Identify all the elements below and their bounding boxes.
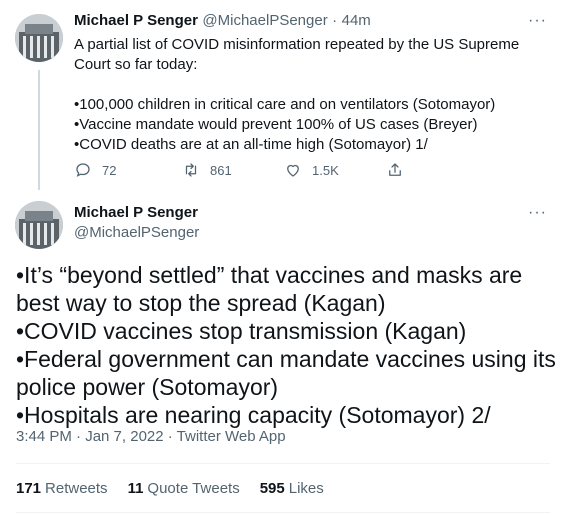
retweets-label: Retweets	[45, 480, 108, 497]
reply-icon	[76, 163, 90, 177]
quote-tweets-label: Quote Tweets	[147, 480, 240, 497]
building-photo	[15, 201, 63, 249]
likes-count: 595	[259, 480, 285, 497]
avatar[interactable]	[15, 201, 63, 249]
quote-tweets-stat[interactable]: 11 Quote Tweets	[128, 480, 240, 497]
likes-label: Likes	[288, 480, 324, 497]
more-options-icon[interactable]: ···	[528, 12, 547, 30]
author-handle[interactable]: @MichaelPSenger	[74, 224, 199, 241]
divider	[16, 512, 550, 513]
author-name[interactable]: Michael P Senger	[74, 204, 198, 221]
reply-count: 72	[102, 162, 117, 178]
thread-connector	[38, 70, 40, 190]
retweet-icon	[185, 163, 197, 177]
retweets-count: 171	[16, 480, 42, 497]
tweet1-header: Michael P Senger @MichaelPSenger · 44m	[74, 12, 371, 30]
like-icon	[287, 164, 299, 177]
building-photo	[15, 14, 63, 62]
like-button[interactable]: 1.5K	[284, 161, 382, 179]
retweet-button[interactable]: 861	[182, 161, 280, 179]
likes-stat[interactable]: 595 Likes	[260, 480, 324, 497]
tweet1-text: A partial list of COVID misinformation r…	[74, 36, 520, 153]
more-options-icon[interactable]: ···	[528, 204, 547, 222]
retweet-count: 861	[210, 162, 232, 178]
quote-tweets-count: 11	[127, 480, 144, 497]
author-handle[interactable]: @MichaelPSenger	[202, 12, 327, 29]
tweet-time[interactable]: 44m	[342, 12, 371, 29]
retweets-stat[interactable]: 171 Retweets	[16, 480, 108, 497]
tweet1-actions: 72 861 1.5K	[74, 161, 474, 179]
tweet-timestamp[interactable]: 3:44 PM · Jan 7, 2022 · Twitter Web App	[16, 428, 286, 445]
avatar[interactable]	[15, 14, 63, 62]
divider	[16, 463, 550, 464]
separator: ·	[332, 12, 338, 29]
share-icon	[389, 163, 401, 176]
reply-button[interactable]: 72	[74, 161, 172, 179]
like-count: 1.5K	[312, 162, 339, 178]
engagement-stats: 171 Retweets 11 Quote Tweets 595 Likes	[16, 480, 324, 497]
tweet2-text: •It’s “beyond settled” that vaccines and…	[16, 262, 556, 428]
share-button[interactable]	[386, 161, 404, 179]
author-name[interactable]: Michael P Senger	[74, 12, 198, 29]
